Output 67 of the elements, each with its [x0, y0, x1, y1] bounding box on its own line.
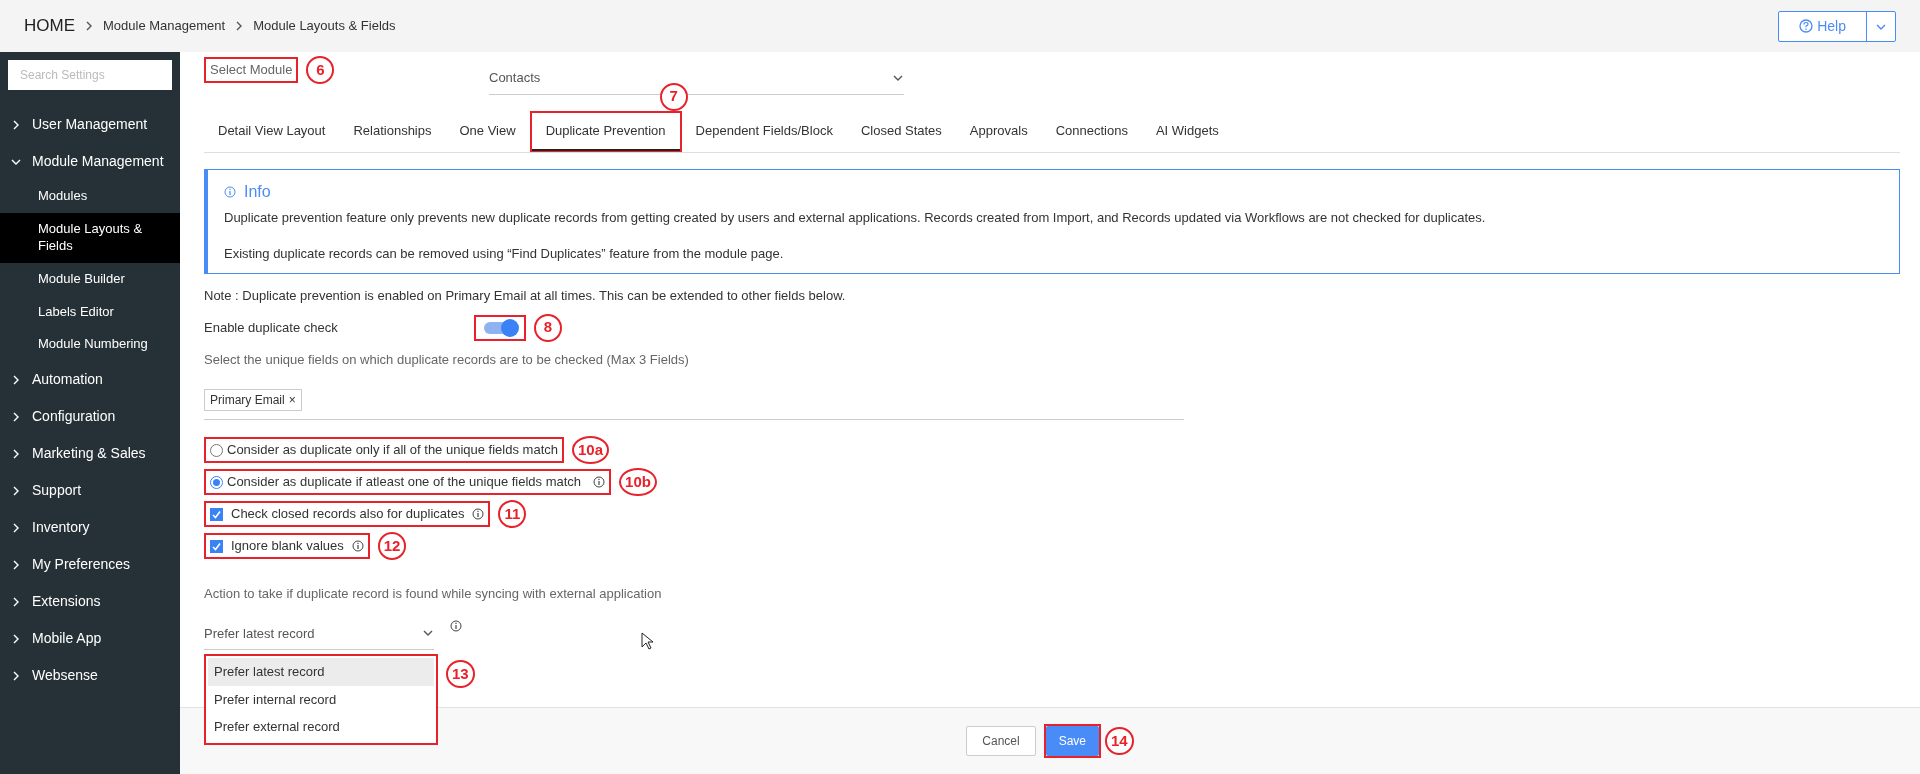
callout-number: 14 [1105, 727, 1134, 755]
dropdown-option[interactable]: Prefer latest record [208, 658, 434, 686]
sidebar-item[interactable]: Marketing & Sales [0, 435, 180, 473]
sidebar-item[interactable]: Mobile App [0, 620, 180, 658]
field-label: Select the unique fields on which duplicate records are to be checked (Max 3 Fields) [204, 350, 690, 369]
radio-label: Consider as duplicate if atleast one of the unique fields match [227, 473, 582, 492]
sidebar-item[interactable]: Extensions [0, 583, 180, 621]
field-label: Action to take if duplicate record is found while syncing with external application [204, 585, 663, 603]
sidebar-subitem[interactable]: Labels Editor [0, 295, 180, 329]
help-icon [1799, 19, 1814, 33]
tab[interactable]: Dependent Fields/Block [681, 110, 847, 153]
info-text: Duplicate prevention feature only prevents new duplicate records from getting created by users and external applications. Records created from Import, and Records updated via Workflows are not checked for duplicates. [224, 209, 1487, 227]
search-field[interactable]: Search Settings [8, 60, 172, 90]
info-icon [224, 186, 236, 198]
radio-button[interactable] [210, 475, 223, 489]
callout-number: 13 [446, 660, 475, 688]
sidebar-item[interactable]: Support [0, 472, 180, 510]
tag-input-field[interactable]: Primary Email × [204, 385, 1184, 420]
sidebar-subitem[interactable]: Modules [0, 180, 180, 213]
callout-number: 12 [377, 532, 407, 560]
toggle-label: Enable duplicate check [204, 318, 339, 337]
tab[interactable]: Duplicate Prevention [531, 112, 680, 151]
dropdown-option[interactable]: Prefer internal record [208, 685, 434, 713]
tab[interactable]: Connections [1041, 110, 1142, 153]
sidebar-item[interactable]: Inventory [0, 509, 180, 547]
callout-number: 11 [498, 500, 527, 528]
radio-button[interactable] [210, 443, 223, 457]
breadcrumb-item: Module Layouts & Fields [253, 17, 396, 36]
checkbox[interactable] [210, 507, 223, 521]
tab[interactable]: Closed States [846, 110, 956, 153]
checkbox[interactable] [210, 539, 223, 553]
tab[interactable]: AI Widgets [1141, 110, 1233, 153]
callout-number: 6 [306, 56, 335, 84]
tab[interactable]: Detail View Layout [204, 110, 340, 153]
sidebar-subitem[interactable]: Module Numbering [0, 328, 180, 362]
tab[interactable]: One View [445, 110, 530, 153]
dropdown-option[interactable]: Prefer external record [208, 713, 434, 741]
tab[interactable]: Relationships [339, 110, 446, 153]
field-tag[interactable]: Primary Email × [204, 389, 302, 411]
checkbox-label: Ignore blank values [231, 537, 344, 556]
note-text: Note : Duplicate prevention is enabled on Primary Email at all times. This can be extended to other fields below. [204, 287, 847, 305]
breadcrumb-item[interactable]: Module Management [103, 16, 226, 36]
sidebar-item[interactable]: Automation [0, 361, 180, 399]
sidebar-item[interactable]: User Management [0, 106, 180, 143]
callout-number: 10b [619, 468, 657, 496]
breadcrumb-home[interactable]: HOME [24, 13, 75, 39]
tag-label: Primary Email [210, 392, 285, 409]
mouse-cursor-icon [641, 631, 654, 650]
sidebar-item[interactable]: My Preferences [0, 546, 180, 584]
cancel-button[interactable]: Cancel [966, 726, 1036, 756]
field-label: Select Module [210, 61, 293, 80]
sidebar-item[interactable]: Module Management [0, 143, 180, 180]
radio-label: Consider as duplicate only if all of the unique fields match [227, 441, 558, 460]
checkbox-label: Check closed records also for duplicates [231, 505, 465, 524]
callout-number: 10a [571, 436, 609, 464]
sidebar-subitem[interactable]: Module Builder [0, 262, 180, 296]
info-title: Info [244, 182, 271, 202]
tab[interactable]: Approvals [955, 110, 1042, 153]
sidebar-subitem[interactable]: Module Layouts & Fields [0, 212, 180, 263]
info-text: Existing duplicate records can be removed using “Find Duplicates” feature from the module page. [224, 244, 785, 263]
action-dropdown[interactable]: Prefer latest record [204, 619, 434, 650]
tag-remove-button[interactable]: × [288, 391, 296, 409]
sidebar-item[interactable]: Configuration [0, 398, 180, 436]
callout-number: 7 [659, 82, 688, 111]
sidebar-item[interactable]: Websense [0, 657, 180, 695]
info-icon [450, 619, 462, 632]
callout-number: 8 [534, 313, 562, 342]
